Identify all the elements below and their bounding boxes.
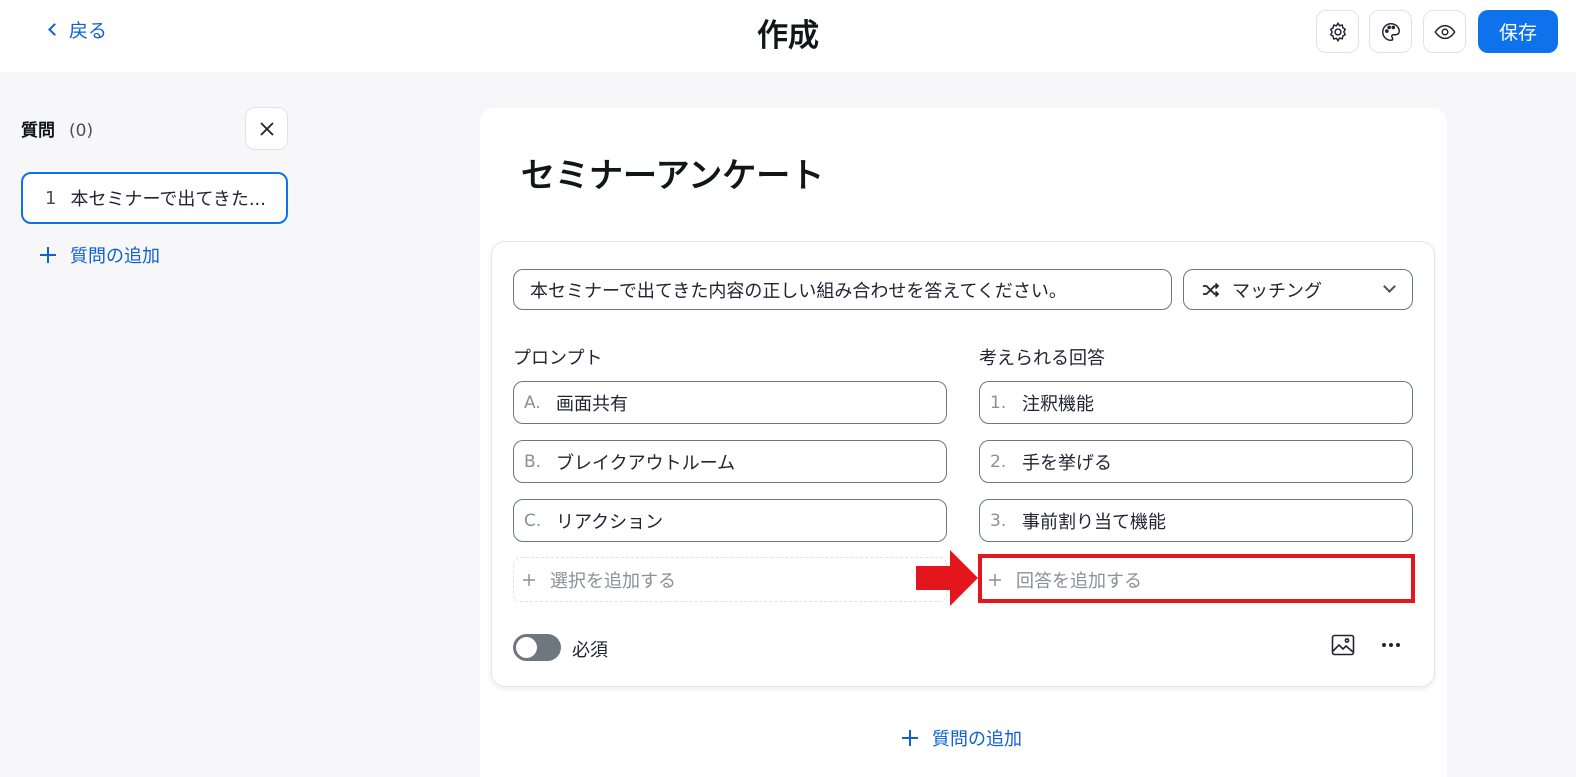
shuffle-icon [1203, 282, 1220, 297]
plus-icon [40, 247, 56, 263]
image-icon [1331, 634, 1355, 656]
question-label: 本セミナーで出てきた... [70, 189, 266, 210]
sidebar-title: 質問 (0) [21, 116, 93, 141]
add-question-label: 質問の追加 [932, 729, 1022, 750]
required-label: 必須 [572, 640, 608, 661]
plus-icon [902, 730, 918, 746]
top-bar: 戻る 作成 保存 [0, 0, 1576, 72]
add-choice-button[interactable]: 選択を追加する [513, 557, 947, 602]
prompt-text: ブレイクアウトルーム [556, 452, 736, 474]
more-dot [1389, 643, 1393, 647]
survey-title[interactable]: セミナーアンケート [521, 148, 824, 197]
add-image-button[interactable] [1329, 631, 1357, 659]
chevron-down-icon [1383, 280, 1396, 293]
close-icon [259, 121, 274, 136]
question-type-select[interactable]: マッチング [1183, 269, 1413, 310]
plus-icon [523, 573, 535, 586]
add-question-label: 質問の追加 [70, 246, 160, 267]
settings-button[interactable] [1316, 10, 1359, 53]
toggle-knob [516, 637, 537, 658]
question-text: 本セミナーで出てきた内容の正しい組み合わせを答えてください。 [530, 280, 1067, 302]
highlight-box [978, 554, 1415, 603]
prompt-mark: A. [524, 392, 541, 413]
more-dot [1396, 643, 1400, 647]
answer-option[interactable]: 1. 注釈機能 [979, 381, 1413, 424]
answer-mark: 1. [990, 392, 1007, 413]
prompt-option[interactable]: B. ブレイクアウトルーム [513, 440, 947, 483]
sidebar-question-item[interactable]: 1 本セミナーで出てきた... [21, 172, 288, 224]
answer-option[interactable]: 2. 手を挙げる [979, 440, 1413, 483]
red-arrow-annotation [916, 550, 978, 606]
answer-text: 事前割り当て機能 [1022, 511, 1166, 533]
sidebar-add-question-button[interactable]: 質問の追加 [38, 242, 160, 268]
prompt-mark: C. [524, 510, 542, 531]
prompt-option[interactable]: C. リアクション [513, 499, 947, 542]
prompt-text: リアクション [556, 511, 664, 533]
question-text-input[interactable]: 本セミナーで出てきた内容の正しい組み合わせを答えてください。 [513, 269, 1172, 310]
add-question-button[interactable]: 質問の追加 [900, 725, 1022, 751]
answer-mark: 2. [990, 451, 1007, 472]
prompt-mark: B. [524, 451, 542, 472]
question-type-value: マッチング [1232, 280, 1322, 302]
answer-option[interactable]: 3. 事前割り当て機能 [979, 499, 1413, 542]
preview-button[interactable] [1423, 10, 1466, 53]
required-toggle[interactable] [513, 634, 561, 661]
more-options-button[interactable] [1377, 631, 1405, 659]
gear-icon [1329, 21, 1346, 42]
add-choice-label: 選択を追加する [550, 570, 676, 592]
answer-text: 手を挙げる [1022, 452, 1112, 474]
save-button[interactable]: 保存 [1478, 10, 1558, 53]
more-dot [1382, 643, 1386, 647]
question-number: 1 [45, 187, 57, 209]
sidebar-title-label: 質問 [21, 121, 55, 141]
theme-button[interactable] [1369, 10, 1412, 53]
question-count: (0) [69, 121, 94, 141]
answer-text: 注釈機能 [1022, 393, 1094, 415]
eye-icon [1434, 24, 1455, 39]
answer-mark: 3. [990, 510, 1007, 531]
palette-icon [1381, 22, 1400, 41]
prompts-header: プロンプト [513, 348, 603, 369]
prompt-option[interactable]: A. 画面共有 [513, 381, 947, 424]
answers-header: 考えられる回答 [979, 348, 1105, 369]
close-sidebar-button[interactable] [245, 107, 288, 150]
prompt-text: 画面共有 [556, 393, 628, 415]
